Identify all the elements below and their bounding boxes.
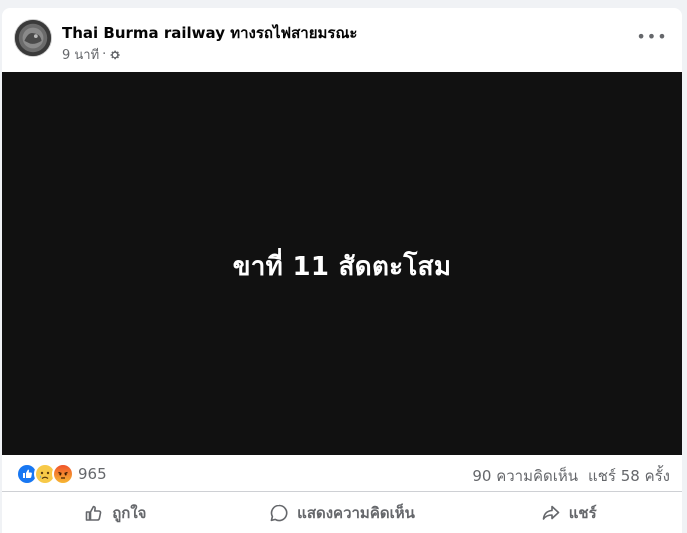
avatar-image (15, 20, 51, 56)
page-avatar[interactable] (14, 19, 52, 57)
gear-icon[interactable] (109, 49, 121, 61)
media-caption: ขาที่ 11 สัดตะโสม (232, 252, 452, 282)
post-time[interactable]: 9 นาที (62, 44, 99, 65)
meta-separator: · (102, 47, 107, 62)
comment-button[interactable]: แสดงความคิดเห็น (229, 492, 456, 533)
reaction-count[interactable]: 965 (78, 465, 107, 483)
more-options-icon[interactable]: ••• (636, 24, 668, 48)
post-meta: 9 นาที · (62, 44, 121, 65)
post-card: Thai Burma railway ทางรถไฟสายมรณะ 9 นาที… (2, 8, 682, 533)
comment-label: แสดงความคิดเห็น (297, 504, 415, 522)
reaction-summary[interactable]: 965 (16, 463, 107, 485)
share-arrow-icon (541, 503, 561, 523)
angry-reaction-icon (52, 463, 74, 485)
post-actions: ถูกใจ แสดงความคิดเห็น แชร์ (2, 491, 682, 533)
page-name[interactable]: Thai Burma railway ทางรถไฟสายมรณะ (62, 21, 357, 45)
thumbs-up-icon (84, 503, 104, 523)
comment-bubble-icon (269, 503, 289, 523)
share-count[interactable]: แชร์ 58 ครั้ง (588, 464, 670, 488)
post-stats: 965 90 ความคิดเห็น แชร์ 58 ครั้ง (2, 455, 682, 491)
post-header: Thai Burma railway ทางรถไฟสายมรณะ 9 นาที… (2, 8, 682, 72)
share-label: แชร์ (568, 504, 597, 522)
like-label: ถูกใจ (112, 504, 147, 522)
engagement-counts: 90 ความคิดเห็น แชร์ 58 ครั้ง (472, 464, 670, 488)
post-media[interactable]: ขาที่ 11 สัดตะโสม (2, 72, 682, 455)
like-button[interactable]: ถูกใจ (2, 492, 229, 533)
share-button[interactable]: แชร์ (455, 492, 682, 533)
comment-count[interactable]: 90 ความคิดเห็น (472, 464, 578, 488)
